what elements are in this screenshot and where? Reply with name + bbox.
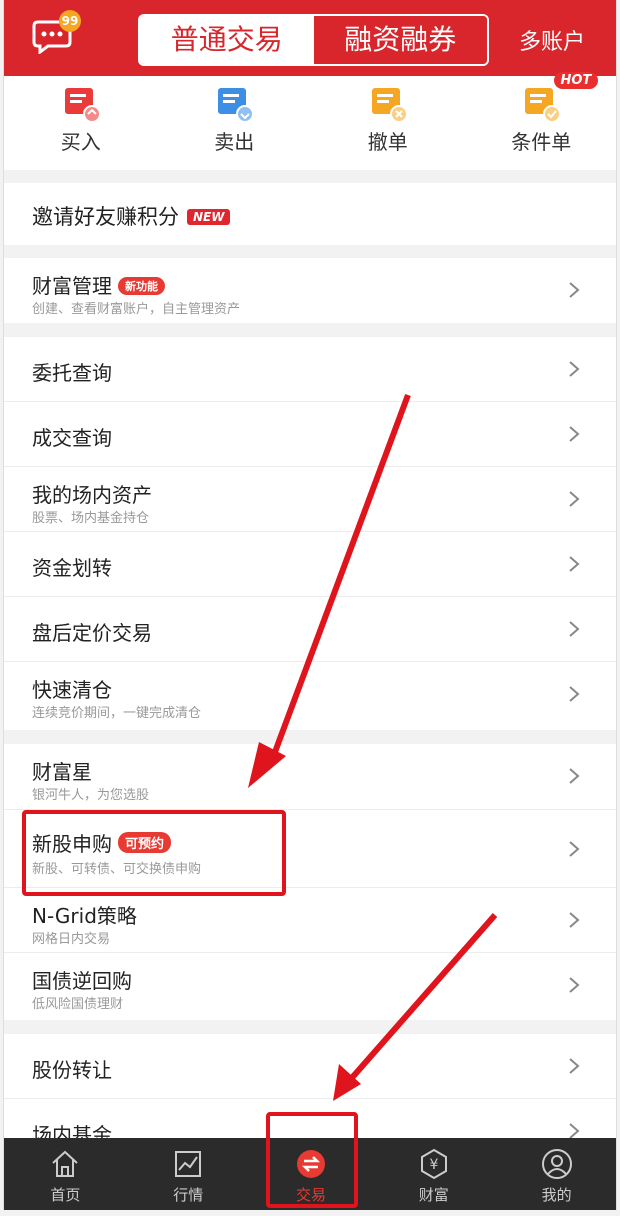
- sell-button[interactable]: 卖出: [158, 76, 312, 170]
- row-title: 股份转让: [32, 1058, 112, 1082]
- cancel-order-icon: [371, 88, 408, 123]
- wealth-mgmt-badge: 新功能: [118, 277, 165, 295]
- buy-icon: [64, 88, 101, 123]
- chevron-right-icon: [569, 686, 580, 702]
- row-title: 资金划转: [32, 556, 112, 580]
- chevron-right-icon: [569, 912, 580, 928]
- chevron-right-icon: [569, 282, 580, 298]
- cancel-order-button[interactable]: 撤单: [311, 76, 465, 170]
- cancel-order-label: 撤单: [367, 130, 408, 154]
- wealth-mgmt-subtitle: 创建、查看财富账户，自主管理资产: [32, 302, 241, 317]
- invite-title: 邀请好友赚积分: [32, 205, 179, 229]
- list-item-fund-transfer[interactable]: 资金划转: [4, 532, 616, 597]
- buy-label: 买入: [60, 130, 101, 154]
- list-item-n-grid[interactable]: N-Grid策略 网格日内交易: [4, 888, 616, 953]
- highlight-box-ipo: [22, 810, 286, 896]
- wealth-mgmt-row[interactable]: 财富管理 新功能 创建、查看财富账户，自主管理资产: [4, 258, 616, 323]
- tab-normal-trade[interactable]: 普通交易: [140, 16, 314, 64]
- chart-icon: [175, 1151, 202, 1177]
- hot-badge: HOT: [553, 72, 599, 89]
- list-item-share-transfer[interactable]: 股份转让: [4, 1034, 616, 1099]
- tab-label: 我的: [541, 1186, 572, 1204]
- chevron-right-icon: [569, 426, 580, 442]
- new-badge: NEW: [187, 209, 231, 225]
- chevron-right-icon: [569, 977, 580, 993]
- list-item-reverse-repo[interactable]: 国债逆回购 低风险国债理财: [4, 953, 616, 1018]
- row-title: 快速清仓: [32, 678, 112, 702]
- list-item-wealth-star[interactable]: 财富星 银河牛人，为您选股: [4, 744, 616, 810]
- wealth-mgmt-title-wrap: 财富管理 新功能: [32, 270, 165, 299]
- chevron-right-icon: [569, 768, 580, 784]
- svg-text:¥: ¥: [429, 1157, 438, 1173]
- row-title: 财富星: [32, 760, 92, 784]
- row-title: 委托查询: [32, 361, 112, 385]
- list-item-quick-clear[interactable]: 快速清仓 连续竞价期间，一键完成清仓: [4, 662, 616, 727]
- wealth-mgmt-title: 财富管理: [32, 274, 112, 298]
- buy-button[interactable]: 买入: [4, 76, 158, 170]
- tab-profile[interactable]: 我的: [495, 1138, 616, 1210]
- conditional-order-button[interactable]: HOT 条件单: [465, 72, 617, 170]
- row-subtitle: 网格日内交易: [32, 932, 111, 947]
- list-item-deal-query[interactable]: 成交查询: [4, 402, 616, 467]
- wealth-mgmt-section: 财富管理 新功能 创建、查看财富账户，自主管理资产: [4, 258, 616, 323]
- chevron-right-icon: [569, 361, 580, 377]
- tab-margin-trade[interactable]: 融资融券: [313, 16, 487, 64]
- trade-query-section: 委托查询 成交查询 我的场内资产 股票、场内基金持仓 资金划转 盘后定价交易 快…: [4, 337, 616, 730]
- tab-home[interactable]: 首页: [4, 1138, 127, 1210]
- quick-actions: 买入 卖出 撤单 HOT 条件单: [4, 72, 617, 170]
- row-title: N-Grid策略: [32, 904, 137, 928]
- row-subtitle: 连续竞价期间，一键完成清仓: [32, 706, 202, 721]
- top-header: 99 普通交易 融资融券 多账户: [4, 0, 616, 76]
- sell-label: 卖出: [214, 130, 255, 154]
- row-subtitle: 股票、场内基金持仓: [32, 511, 150, 526]
- list-item-my-assets[interactable]: 我的场内资产 股票、场内基金持仓: [4, 467, 616, 532]
- tab-label: 财富: [418, 1186, 449, 1204]
- tab-label: 首页: [50, 1186, 81, 1204]
- sell-icon: [218, 88, 255, 123]
- invite-section: 邀请好友赚积分 NEW: [4, 183, 616, 245]
- row-title: 我的场内资产: [32, 483, 152, 507]
- list-item-after-hours[interactable]: 盘后定价交易: [4, 597, 616, 662]
- tab-market[interactable]: 行情: [127, 1138, 250, 1210]
- profile-icon: [541, 1149, 572, 1179]
- chevron-right-icon: [569, 621, 580, 637]
- chevron-right-icon: [569, 1058, 580, 1074]
- trade-type-switch: 普通交易 融资融券: [138, 14, 489, 66]
- conditional-order-icon: [525, 88, 562, 123]
- tab-label: 行情: [173, 1186, 204, 1204]
- row-title: 盘后定价交易: [32, 621, 152, 645]
- row-title: 国债逆回购: [32, 969, 132, 993]
- list-item-order-query[interactable]: 委托查询: [4, 337, 616, 402]
- row-subtitle: 银河牛人，为您选股: [32, 788, 150, 803]
- wealth-icon: ¥: [420, 1148, 447, 1180]
- chevron-right-icon: [569, 556, 580, 572]
- row-subtitle: 低风险国债理财: [32, 997, 124, 1012]
- highlight-box-trade-tab: [266, 1112, 358, 1208]
- conditional-order-label: 条件单: [511, 130, 572, 154]
- invite-row[interactable]: 邀请好友赚积分 NEW: [4, 183, 616, 245]
- app-frame: 99 普通交易 融资融券 多账户 买入 卖出 撤单 HOT 条件单 邀请好友赚积…: [3, 0, 617, 1210]
- row-title: 成交查询: [32, 426, 112, 450]
- home-icon: [52, 1150, 79, 1177]
- tab-wealth[interactable]: ¥ 财富: [372, 1138, 495, 1210]
- chevron-right-icon: [569, 841, 580, 857]
- chevron-right-icon: [569, 491, 580, 507]
- invite-title-wrap: 邀请好友赚积分 NEW: [32, 201, 231, 231]
- multi-account-button[interactable]: 多账户: [519, 24, 585, 56]
- message-badge: 99: [59, 10, 81, 32]
